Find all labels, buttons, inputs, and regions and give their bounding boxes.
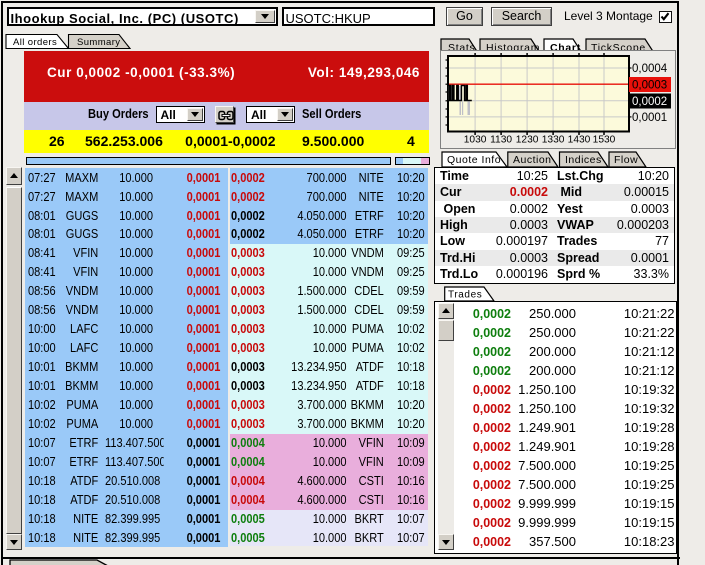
- svg-text:1030: 1030: [463, 134, 486, 145]
- svg-text:1430: 1430: [567, 134, 590, 145]
- svg-text:Trades: Trades: [448, 290, 482, 301]
- svg-text:0,0004: 0,0004: [632, 63, 668, 75]
- svg-text:Indices: Indices: [565, 154, 602, 166]
- svg-text:1330: 1330: [541, 134, 564, 145]
- svg-text:Auction: Auction: [513, 154, 552, 166]
- svg-text:1530: 1530: [592, 134, 615, 145]
- svg-text:0,0001: 0,0001: [632, 112, 667, 124]
- svg-text:Summary: Summary: [77, 37, 120, 48]
- svg-text:0,0002: 0,0002: [632, 96, 667, 108]
- svg-text:Quote Info: Quote Info: [447, 154, 501, 166]
- svg-text:Flow: Flow: [614, 154, 638, 166]
- svg-text:1230: 1230: [515, 134, 538, 145]
- svg-text:1130: 1130: [490, 134, 512, 145]
- svg-text:All orders: All orders: [13, 37, 57, 48]
- svg-text:0,0003: 0,0003: [632, 79, 667, 91]
